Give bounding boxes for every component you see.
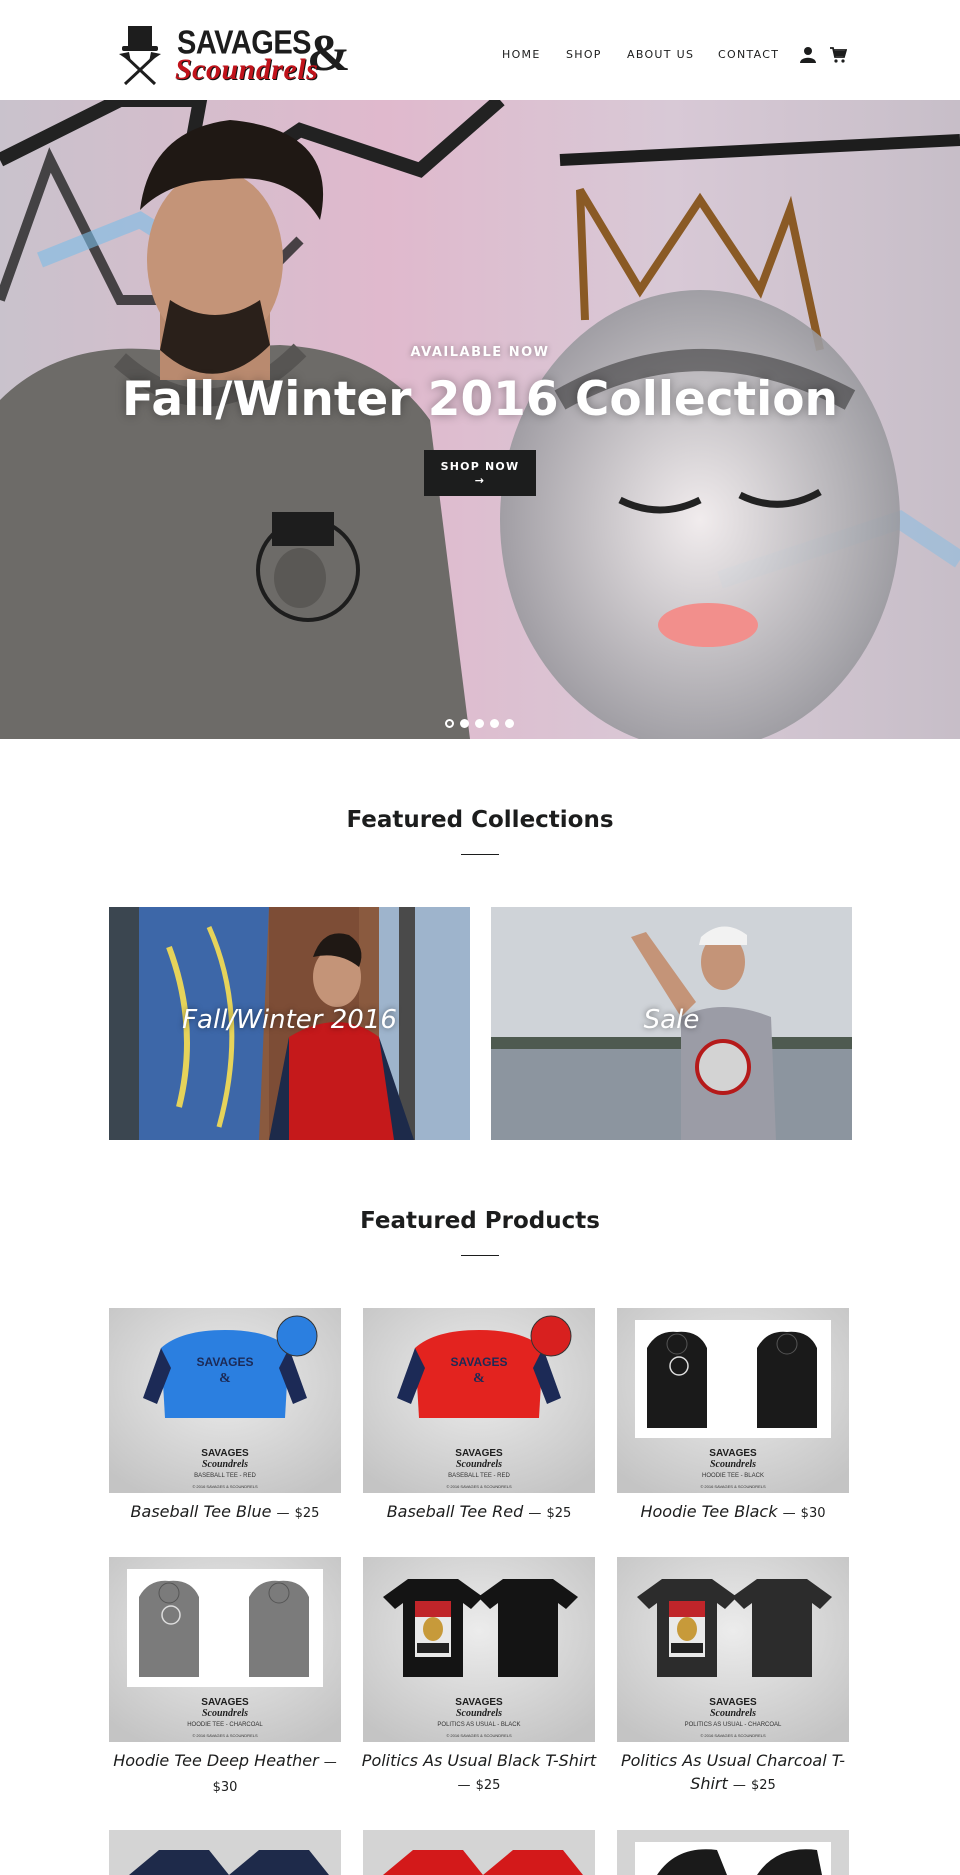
product-price: $30	[800, 1506, 826, 1521]
product-meta: Politics As Usual Charcoal T-Shirt — $25	[607, 1749, 859, 1797]
svg-text:POLITICS AS USUAL - BLACK: POLITICS AS USUAL - BLACK	[437, 1722, 520, 1728]
cart-icon[interactable]	[829, 46, 847, 64]
svg-text:© 2016 SAVAGES & SCOUNDRELS: © 2016 SAVAGES & SCOUNDRELS	[192, 1733, 258, 1738]
product-meta: Hoodie Tee Black — $30	[607, 1500, 859, 1525]
slide-dots	[0, 719, 960, 729]
nav-about-us[interactable]: ABOUT US	[627, 48, 694, 61]
svg-text:HOODIE TEE - BLACK: HOODIE TEE - BLACK	[702, 1473, 764, 1479]
site-header: SAVAGES & Scoundrels HOME SHOP ABOUT US …	[0, 0, 960, 100]
svg-text:© 2016 SAVAGES & SCOUNDRELS: © 2016 SAVAGES & SCOUNDRELS	[700, 1484, 766, 1489]
svg-text:SAVAGES: SAVAGES	[201, 1697, 249, 1708]
featured-collections-title: Featured Collections	[346, 807, 614, 833]
hero-title: Fall/Winter 2016 Collection	[122, 372, 838, 427]
svg-text:SAVAGES: SAVAGES	[455, 1697, 503, 1708]
product-name[interactable]: Hoodie Tee Black	[640, 1502, 777, 1521]
svg-text:© 2016 SAVAGES & SCOUNDRELS: © 2016 SAVAGES & SCOUNDRELS	[446, 1733, 512, 1738]
svg-text:POLITICS AS USUAL - CHARCOAL: POLITICS AS USUAL - CHARCOAL	[685, 1722, 782, 1728]
product-image[interactable]: SAVAGES Scoundrels POLITICS AS USUAL - C…	[617, 1557, 849, 1742]
collection-label: Sale	[643, 1005, 700, 1035]
collection-label: Fall/Winter 2016	[182, 1005, 397, 1035]
product-image[interactable]: SAVAGES & SAVAGES Scoundrels BASEBALL TE…	[363, 1308, 595, 1493]
price-separator: —	[782, 1506, 796, 1521]
hero-kicker: AVAILABLE NOW	[410, 345, 550, 360]
product-meta: Politics As Usual Black T-Shirt — $25	[353, 1749, 605, 1797]
product-image[interactable]	[109, 1830, 341, 1875]
slide-dot-1[interactable]	[445, 719, 454, 728]
product-image[interactable]	[617, 1830, 849, 1875]
product-image[interactable]: SAVAGES & SAVAGES Scoundrels BASEBALL TE…	[109, 1308, 341, 1493]
brand-logo[interactable]: SAVAGES & Scoundrels	[117, 24, 350, 86]
product-name[interactable]: Hoodie Tee Deep Heather	[113, 1751, 318, 1770]
svg-text:© 2016 SAVAGES & SCOUNDRELS: © 2016 SAVAGES & SCOUNDRELS	[700, 1733, 766, 1738]
svg-text:HOODIE TEE - CHARCOAL: HOODIE TEE - CHARCOAL	[187, 1722, 263, 1728]
svg-text:© 2016 SAVAGES & SCOUNDRELS: © 2016 SAVAGES & SCOUNDRELS	[446, 1484, 512, 1489]
svg-text:Scoundrels: Scoundrels	[456, 1459, 502, 1470]
svg-text:Scoundrels: Scoundrels	[710, 1708, 756, 1719]
price-separator: —	[732, 1778, 746, 1793]
svg-text:&: &	[219, 1371, 231, 1386]
svg-text:© 2016 SAVAGES & SCOUNDRELS: © 2016 SAVAGES & SCOUNDRELS	[192, 1484, 258, 1489]
svg-text:BASEBALL TEE - RED: BASEBALL TEE - RED	[194, 1473, 256, 1479]
product-name[interactable]: Baseball Tee Red	[387, 1502, 524, 1521]
price-separator: —	[323, 1755, 337, 1770]
brand-line2: Scoundrels	[175, 53, 319, 86]
svg-text:SAVAGES: SAVAGES	[709, 1448, 757, 1459]
svg-text:&: &	[473, 1371, 485, 1386]
slide-dot-5[interactable]	[505, 719, 514, 728]
product-price: $25	[750, 1778, 776, 1793]
collection-fall-winter-2016[interactable]: Fall/Winter 2016	[109, 907, 470, 1140]
svg-text:BASEBALL TEE - RED: BASEBALL TEE - RED	[448, 1473, 510, 1479]
price-separator: —	[528, 1506, 542, 1521]
slide-dot-4[interactable]	[490, 719, 499, 728]
svg-text:SAVAGES: SAVAGES	[201, 1448, 249, 1459]
product-price: $25	[294, 1506, 320, 1521]
nav-home[interactable]: HOME	[502, 48, 541, 61]
collection-sale[interactable]: Sale	[491, 907, 852, 1140]
svg-text:SAVAGES: SAVAGES	[455, 1448, 503, 1459]
nav-shop[interactable]: SHOP	[566, 48, 602, 61]
svg-text:Scoundrels: Scoundrels	[456, 1708, 502, 1719]
product-image[interactable]: SAVAGES Scoundrels HOODIE TEE - CHARCOAL…	[109, 1557, 341, 1742]
account-icon[interactable]	[799, 46, 817, 64]
product-name[interactable]: Baseball Tee Blue	[131, 1502, 272, 1521]
product-meta: Baseball Tee Blue — $25	[99, 1500, 351, 1525]
slide-dot-3[interactable]	[475, 719, 484, 728]
shop-now-button[interactable]: SHOP NOW →	[424, 450, 536, 496]
hero-slideshow[interactable]: AVAILABLE NOW Fall/Winter 2016 Collectio…	[0, 100, 960, 739]
svg-text:Scoundrels: Scoundrels	[710, 1459, 756, 1470]
svg-text:Scoundrels: Scoundrels	[202, 1459, 248, 1470]
section-divider	[461, 854, 499, 855]
svg-text:SAVAGES: SAVAGES	[451, 1355, 508, 1369]
product-name[interactable]: Politics As Usual Black T-Shirt	[362, 1751, 596, 1770]
product-meta: Hoodie Tee Deep Heather — $30	[99, 1749, 351, 1799]
shop-now-label: SHOP NOW →	[440, 460, 520, 487]
slide-dot-2[interactable]	[460, 719, 469, 728]
top-hat-axes-icon	[119, 26, 161, 86]
svg-text:SAVAGES: SAVAGES	[709, 1697, 757, 1708]
svg-text:SAVAGES: SAVAGES	[197, 1355, 254, 1369]
product-image[interactable]: SAVAGES Scoundrels POLITICS AS USUAL - B…	[363, 1557, 595, 1742]
nav-contact[interactable]: CONTACT	[718, 48, 779, 61]
product-image[interactable]	[363, 1830, 595, 1875]
svg-text:Scoundrels: Scoundrels	[202, 1708, 248, 1719]
price-separator: —	[457, 1778, 471, 1793]
product-meta: Baseball Tee Red — $25	[353, 1500, 605, 1525]
product-image[interactable]: SAVAGES Scoundrels HOODIE TEE - BLACK © …	[617, 1308, 849, 1493]
price-separator: —	[276, 1506, 290, 1521]
product-price: $25	[475, 1778, 501, 1793]
product-price: $25	[546, 1506, 572, 1521]
product-price: $30	[212, 1780, 238, 1795]
featured-products-title: Featured Products	[360, 1208, 600, 1234]
section-divider	[461, 1255, 499, 1256]
